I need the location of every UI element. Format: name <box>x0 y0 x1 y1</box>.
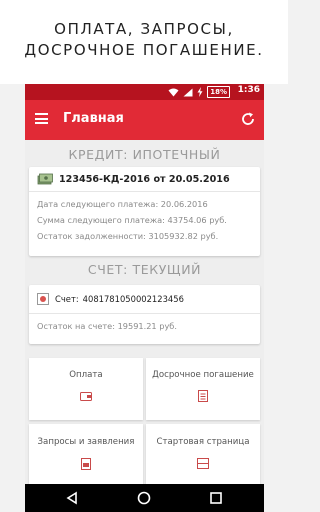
pdf-icon <box>81 458 91 470</box>
credit-section-title: КРЕДИТ: ИПОТЕЧНЫЙ <box>68 147 221 162</box>
account-number: 40817810500021234​56 <box>82 294 184 304</box>
signal-icon <box>183 88 193 96</box>
account-label: Счет: <box>55 294 79 304</box>
account-card-header: Счет: 40817810500021234​56 <box>29 285 260 314</box>
account-section-title: СЧЕТ: ТЕКУЩИЙ <box>87 262 202 277</box>
battery-level: 18% <box>210 88 227 96</box>
start-page-tile-label: Стартовая страница <box>156 437 250 447</box>
credit-card[interactable]: 123456-КД-2016 от 20.05.2016 Дата следую… <box>29 167 260 256</box>
requests-tile[interactable]: Запросы и заявления <box>29 424 143 484</box>
app-bar: Главная <box>25 100 264 140</box>
debt-balance: Остаток задолженности: 3105932.82 руб. <box>37 231 219 241</box>
wallet-icon <box>80 392 92 401</box>
page-icon <box>197 458 209 469</box>
clock: 1:36 <box>237 85 260 95</box>
refresh-icon[interactable] <box>240 111 256 127</box>
start-page-tile[interactable]: Стартовая страница <box>146 424 260 484</box>
account-icon <box>37 293 49 305</box>
home-icon[interactable] <box>137 491 151 505</box>
early-repayment-tile[interactable]: Досрочное погашение <box>146 358 260 420</box>
status-bar: 18% 1:36 <box>25 84 264 100</box>
hamburger-icon[interactable] <box>35 113 48 124</box>
next-payment-amount: Сумма следующего платежа: 43754.06 руб. <box>37 215 227 225</box>
navigation-bar <box>25 484 264 512</box>
account-balance: Остаток на счете: 19591.21 руб. <box>37 321 177 331</box>
recents-icon[interactable] <box>209 491 223 505</box>
payment-tile-label: Оплата <box>69 370 103 380</box>
credit-card-header: 123456-КД-2016 от 20.05.2016 <box>29 167 260 192</box>
page-title: Главная <box>63 111 124 126</box>
document-icon <box>198 390 208 402</box>
phone-screen: 18% 1:36 Главная КРЕДИТ: ИПОТЕЧНЫЙ 12345… <box>25 84 264 512</box>
payment-tile[interactable]: Оплата <box>29 358 143 420</box>
early-repayment-tile-label: Досрочное погашение <box>152 370 254 380</box>
next-payment-date: Дата следующего платежа: 20.06.2016 <box>37 199 208 209</box>
money-icon <box>37 173 53 185</box>
charging-icon <box>197 87 203 97</box>
contract-number: 123456-КД-2016 от 20.05.2016 <box>59 173 230 185</box>
account-card[interactable]: Счет: 40817810500021234​56 Остаток на сч… <box>29 285 260 344</box>
battery-icon: 18% <box>207 86 230 98</box>
promo-banner: ОПЛАТА, ЗАПРОСЫ, ДОСРОЧНОЕ ПОГАШЕНИЕ. <box>0 0 288 84</box>
back-icon[interactable] <box>65 491 79 505</box>
requests-tile-label: Запросы и заявления <box>37 437 135 447</box>
promo-line-2: ДОСРОЧНОЕ ПОГАШЕНИЕ. <box>24 41 264 59</box>
promo-line-1: ОПЛАТА, ЗАПРОСЫ, <box>54 20 234 38</box>
wifi-icon <box>168 88 179 96</box>
